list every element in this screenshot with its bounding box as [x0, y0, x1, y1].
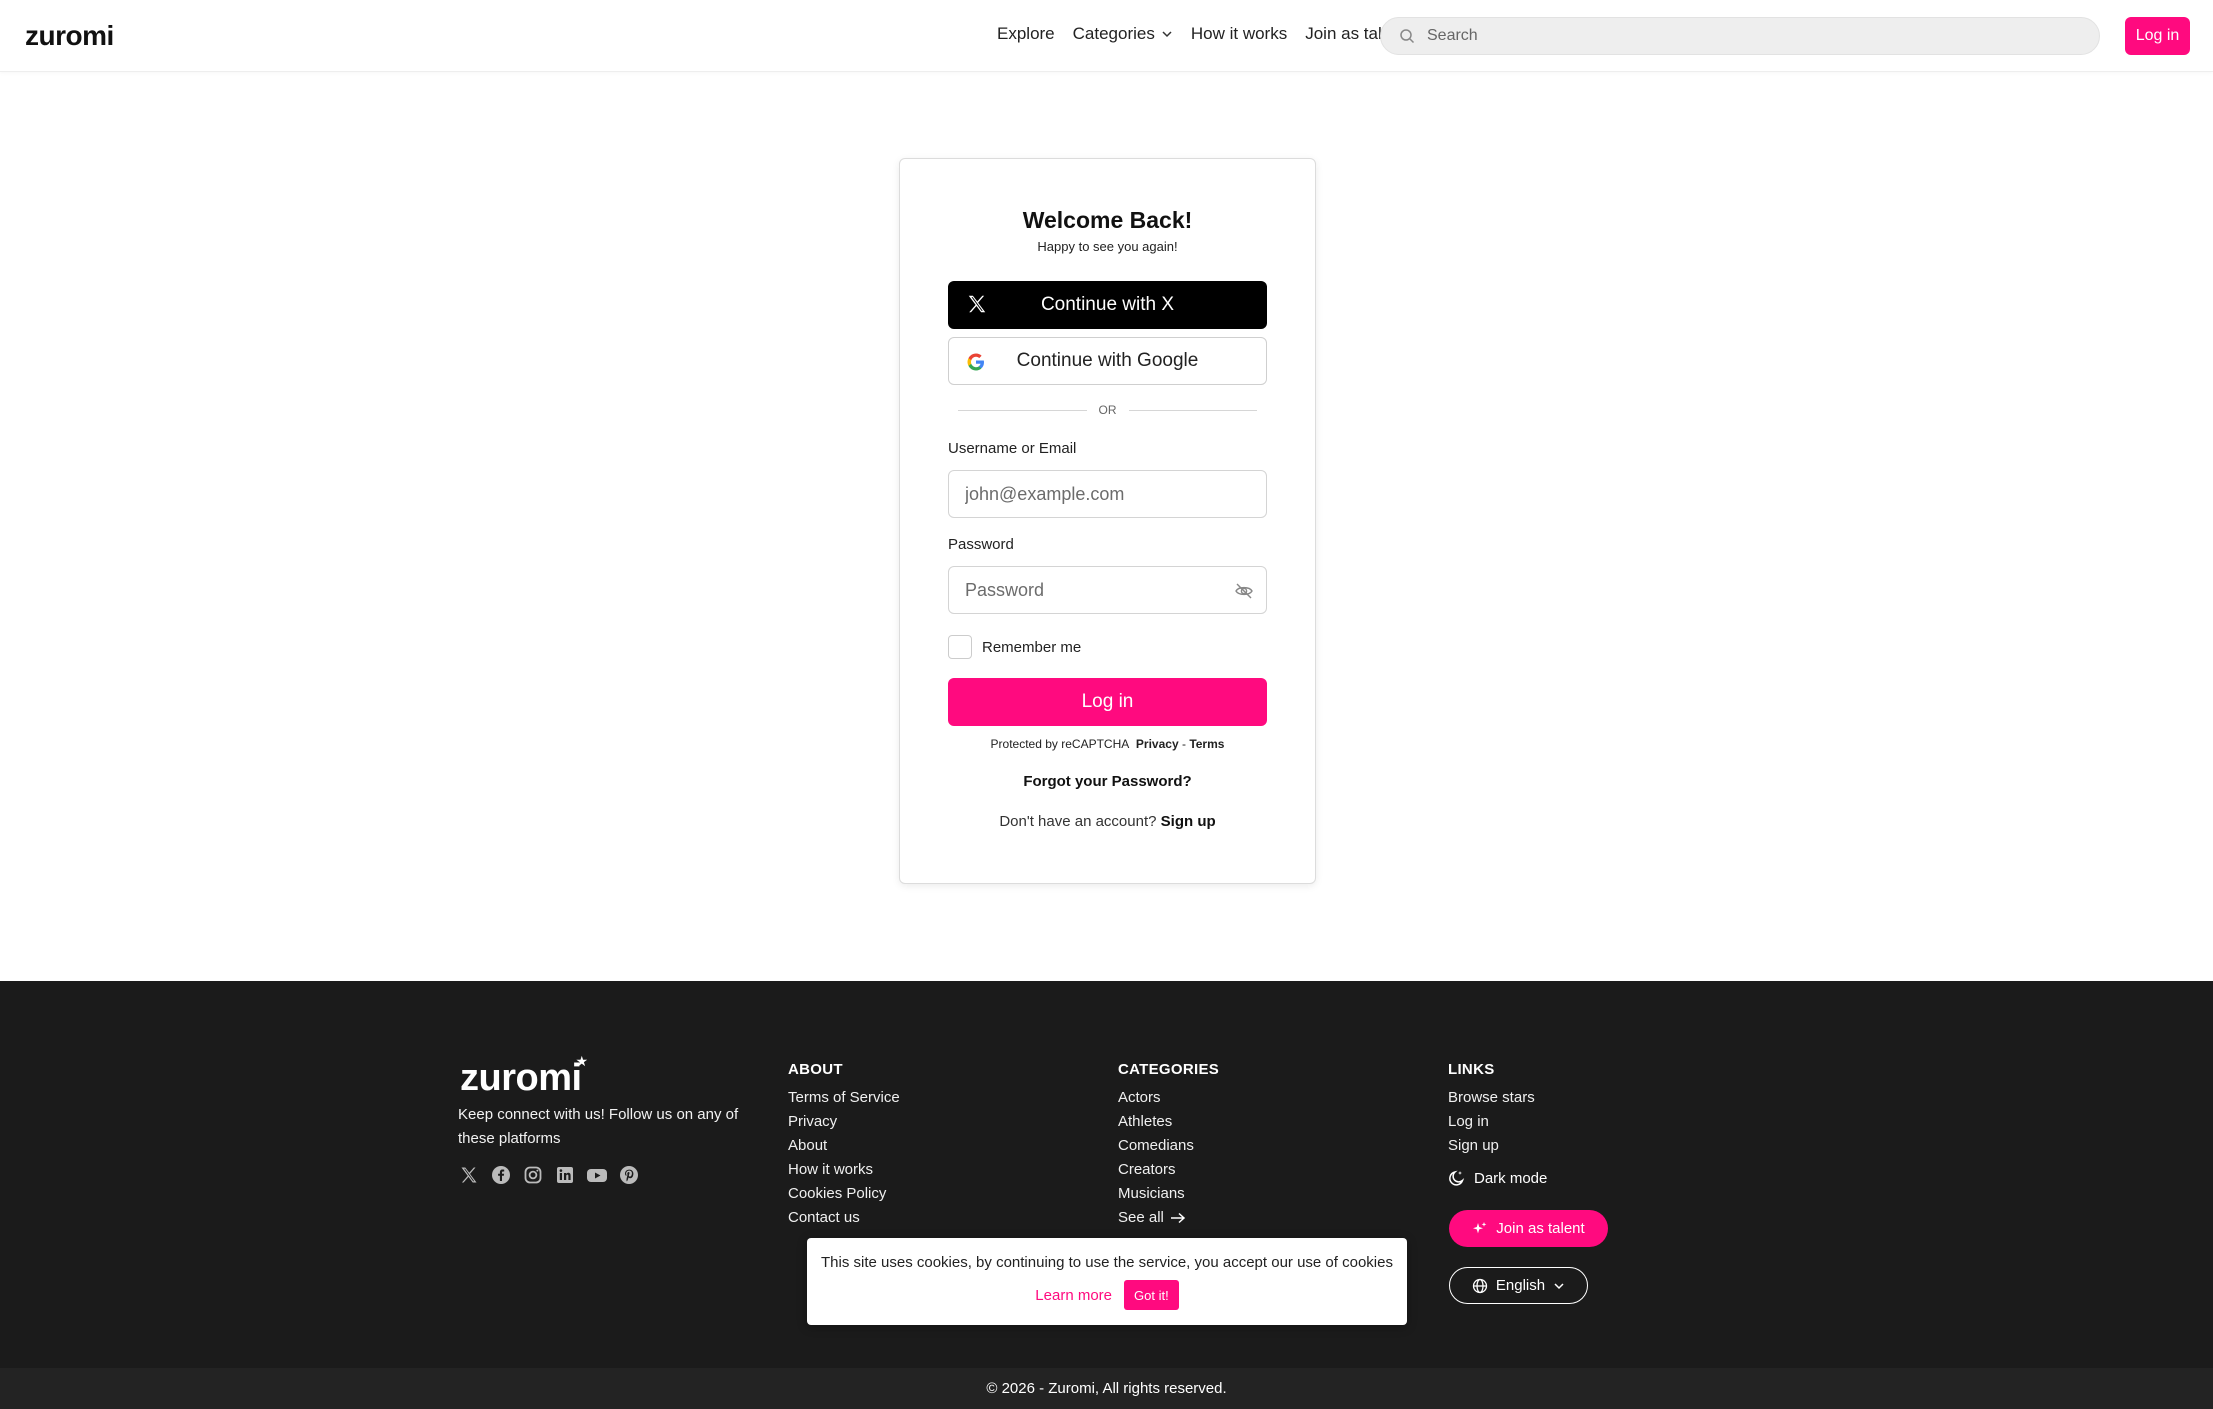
- facebook-icon[interactable]: [490, 1164, 512, 1186]
- continue-with-google-label: Continue with Google: [1016, 350, 1199, 371]
- continue-with-x-label: Continue with X: [1040, 294, 1175, 315]
- arrow-right-icon: [1170, 1212, 1185, 1224]
- cookie-learn-more-link[interactable]: Learn more: [1035, 1287, 1112, 1304]
- site-logo[interactable]: zuromi: [25, 20, 114, 52]
- footer-link-athletes[interactable]: Athletes: [1118, 1110, 1219, 1134]
- footer-link-privacy[interactable]: Privacy: [788, 1110, 900, 1134]
- nav-categories[interactable]: Categories: [1073, 24, 1173, 44]
- globe-icon: [1472, 1278, 1488, 1293]
- recaptcha-separator: -: [1181, 737, 1186, 751]
- top-header: zuromi Explore Categories How it works J…: [0, 0, 2213, 72]
- username-input[interactable]: [949, 471, 1266, 517]
- footer-link-contact[interactable]: Contact us: [788, 1206, 900, 1230]
- divider-line: [1128, 409, 1257, 411]
- footer-link-log-in[interactable]: Log in: [1448, 1110, 1535, 1134]
- sparkle-icon: [1473, 1221, 1487, 1233]
- recaptcha-notice: Protected by reCAPTCHA Privacy - Terms: [900, 737, 1315, 751]
- cookie-text: This site uses cookies, by continuing to…: [821, 1254, 1393, 1271]
- star-icon: ★: [575, 1053, 589, 1069]
- forgot-password-link[interactable]: Forgot your Password?: [900, 773, 1315, 790]
- dark-mode-label: Dark mode: [1474, 1169, 1548, 1187]
- login-subtitle: Happy to see you again!: [1037, 239, 1178, 254]
- footer-categories-column: CATEGORIES Actors Athletes Comedians Cre…: [1118, 1061, 1219, 1230]
- linkedin-icon[interactable]: [554, 1164, 576, 1186]
- no-account-text: Don't have an account?: [999, 813, 1157, 830]
- social-links: [458, 1164, 640, 1186]
- youtube-icon[interactable]: [586, 1164, 608, 1186]
- search-bar[interactable]: [1380, 17, 2100, 55]
- footer-link-terms[interactable]: Terms of Service: [788, 1086, 900, 1110]
- footer-tagline: Keep connect with us! Follow us on any o…: [458, 1106, 739, 1147]
- nav-categories-label: Categories: [1072, 24, 1155, 43]
- remember-me-label: Remember me: [982, 638, 1082, 656]
- dark-mode-toggle[interactable]: Dark mode: [1448, 1169, 1547, 1187]
- footer-link-creators[interactable]: Creators: [1118, 1158, 1219, 1182]
- username-label: Username or Email: [948, 440, 1077, 457]
- continue-with-x-button[interactable]: Continue with X: [948, 281, 1267, 329]
- language-selector[interactable]: English: [1449, 1267, 1588, 1304]
- footer-link-musicians[interactable]: Musicians: [1118, 1182, 1219, 1206]
- footer-link-cookies[interactable]: Cookies Policy: [788, 1182, 900, 1206]
- footer-link-how-it-works[interactable]: How it works: [788, 1158, 900, 1182]
- search-icon: [1400, 29, 1415, 44]
- footer-link-comedians[interactable]: Comedians: [1118, 1134, 1219, 1158]
- password-input[interactable]: [949, 567, 1266, 613]
- nav-how-it-works[interactable]: How it works: [1191, 24, 1287, 44]
- password-label: Password: [948, 536, 1014, 553]
- cookie-accept-button[interactable]: Got it!: [1124, 1280, 1179, 1310]
- signup-prompt: Don't have an account? Sign up: [900, 813, 1315, 830]
- chevron-down-icon: [1162, 31, 1172, 38]
- login-card: Welcome Back! Happy to see you again! Co…: [899, 158, 1316, 884]
- login-title: Welcome Back!: [1022, 207, 1193, 233]
- join-as-talent-button[interactable]: Join as talent: [1449, 1210, 1608, 1247]
- nav-explore[interactable]: Explore: [997, 24, 1055, 44]
- footer-link-see-all[interactable]: See all: [1118, 1206, 1219, 1230]
- remember-me[interactable]: Remember me: [948, 635, 1081, 659]
- x-logo-icon: [968, 295, 986, 313]
- login-submit-button[interactable]: Log in: [948, 678, 1267, 726]
- or-label: OR: [1098, 403, 1117, 417]
- join-as-talent-label: Join as talent: [1496, 1220, 1585, 1237]
- main-nav: Explore Categories How it works Join as …: [997, 24, 1405, 44]
- header-login-button[interactable]: Log in: [2125, 17, 2190, 55]
- language-label: English: [1495, 1277, 1546, 1294]
- username-field[interactable]: [948, 470, 1267, 518]
- footer-link-actors[interactable]: Actors: [1118, 1086, 1219, 1110]
- footer-link-about[interactable]: About: [788, 1134, 900, 1158]
- pinterest-icon[interactable]: [618, 1164, 640, 1186]
- or-divider: OR: [958, 403, 1257, 417]
- footer-logo-text: zuromi: [460, 1057, 582, 1099]
- footer-logo[interactable]: zuromi ★: [460, 1053, 588, 1100]
- continue-with-google-button[interactable]: Continue with Google: [948, 337, 1267, 385]
- footer-about-column: ABOUT Terms of Service Privacy About How…: [788, 1061, 900, 1230]
- x-icon[interactable]: [458, 1164, 480, 1186]
- see-all-label: See all: [1118, 1209, 1164, 1226]
- recaptcha-terms-link[interactable]: Terms: [1189, 737, 1224, 751]
- footer-links-heading: LINKS: [1448, 1061, 1495, 1078]
- divider-line: [958, 409, 1087, 411]
- footer-about-heading: ABOUT: [788, 1061, 843, 1078]
- cookie-actions: Learn more Got it!: [807, 1280, 1407, 1310]
- moon-icon: [1449, 1170, 1465, 1186]
- chevron-down-icon: [1554, 1282, 1564, 1289]
- footer-link-sign-up[interactable]: Sign up: [1448, 1134, 1535, 1158]
- remember-me-checkbox[interactable]: [948, 635, 972, 659]
- sign-up-link[interactable]: Sign up: [1161, 813, 1216, 830]
- cookie-banner: This site uses cookies, by continuing to…: [807, 1238, 1407, 1325]
- recaptcha-prefix: Protected by reCAPTCHA: [990, 737, 1130, 751]
- eye-off-icon[interactable]: [1234, 581, 1254, 601]
- footer-links-column: LINKS Browse stars Log in Sign up: [1448, 1061, 1535, 1158]
- password-field[interactable]: [948, 566, 1267, 614]
- footer-categories-heading: CATEGORIES: [1118, 1061, 1220, 1078]
- copyright-bar: © 2026 - Zuromi, All rights reserved.: [0, 1368, 2213, 1409]
- recaptcha-privacy-link[interactable]: Privacy: [1136, 737, 1179, 751]
- search-input[interactable]: [1427, 27, 2067, 45]
- footer-link-browse-stars[interactable]: Browse stars: [1448, 1086, 1535, 1110]
- google-logo-icon: [967, 353, 984, 371]
- instagram-icon[interactable]: [522, 1164, 544, 1186]
